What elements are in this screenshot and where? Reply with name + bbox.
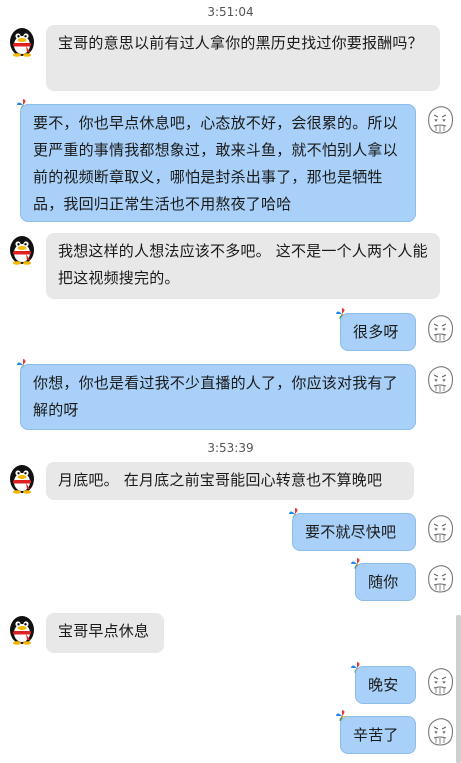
message-bubble-sent: 你想，你也是看过我不少直播的人了，你应该对我有了解的呀 xyxy=(20,364,416,430)
sketch-face-icon[interactable] xyxy=(424,364,456,396)
qq-penguin-icon[interactable] xyxy=(6,462,38,494)
qq-penguin-icon[interactable] xyxy=(6,233,38,265)
sketch-face-icon[interactable] xyxy=(424,716,456,748)
message-bubble-sent: 要不就尽快吧 xyxy=(292,513,416,551)
message-bubble-sent: 晚安 xyxy=(355,666,416,704)
sketch-face-icon[interactable] xyxy=(424,104,456,136)
message-bubble-received: 我想这样的人想法应该不多吧。 这不是一个人两个人能把这视频搜完的。 xyxy=(46,233,440,299)
sketch-face-icon[interactable] xyxy=(424,313,456,345)
sketch-face-icon[interactable] xyxy=(424,563,456,595)
qq-penguin-icon[interactable] xyxy=(6,613,38,645)
message-bubble-received: 宝哥早点休息 xyxy=(46,613,164,653)
message-bubble-sent: 很多呀 xyxy=(340,313,416,351)
sketch-face-icon[interactable] xyxy=(424,666,456,698)
scrollbar[interactable] xyxy=(456,615,461,763)
timestamp: 3:53:39 xyxy=(207,441,254,455)
message-bubble-received: 宝哥的意思以前有过人拿你的黑历史找过你要报酬吗？ xyxy=(46,25,440,91)
message-bubble-sent: 辛苦了 xyxy=(340,716,416,754)
message-bubble-received: 月底吧。 在月底之前宝哥能回心转意也不算晚吧 xyxy=(46,462,414,500)
qq-penguin-icon[interactable] xyxy=(6,25,38,57)
message-bubble-sent: 要不，你也早点休息吧，心态放不好，会很累的。所以更严重的事情我都想象过，敢来斗鱼… xyxy=(20,104,416,222)
message-bubble-sent: 随你 xyxy=(355,563,416,601)
timestamp: 3:51:04 xyxy=(207,5,254,19)
sketch-face-icon[interactable] xyxy=(424,513,456,545)
